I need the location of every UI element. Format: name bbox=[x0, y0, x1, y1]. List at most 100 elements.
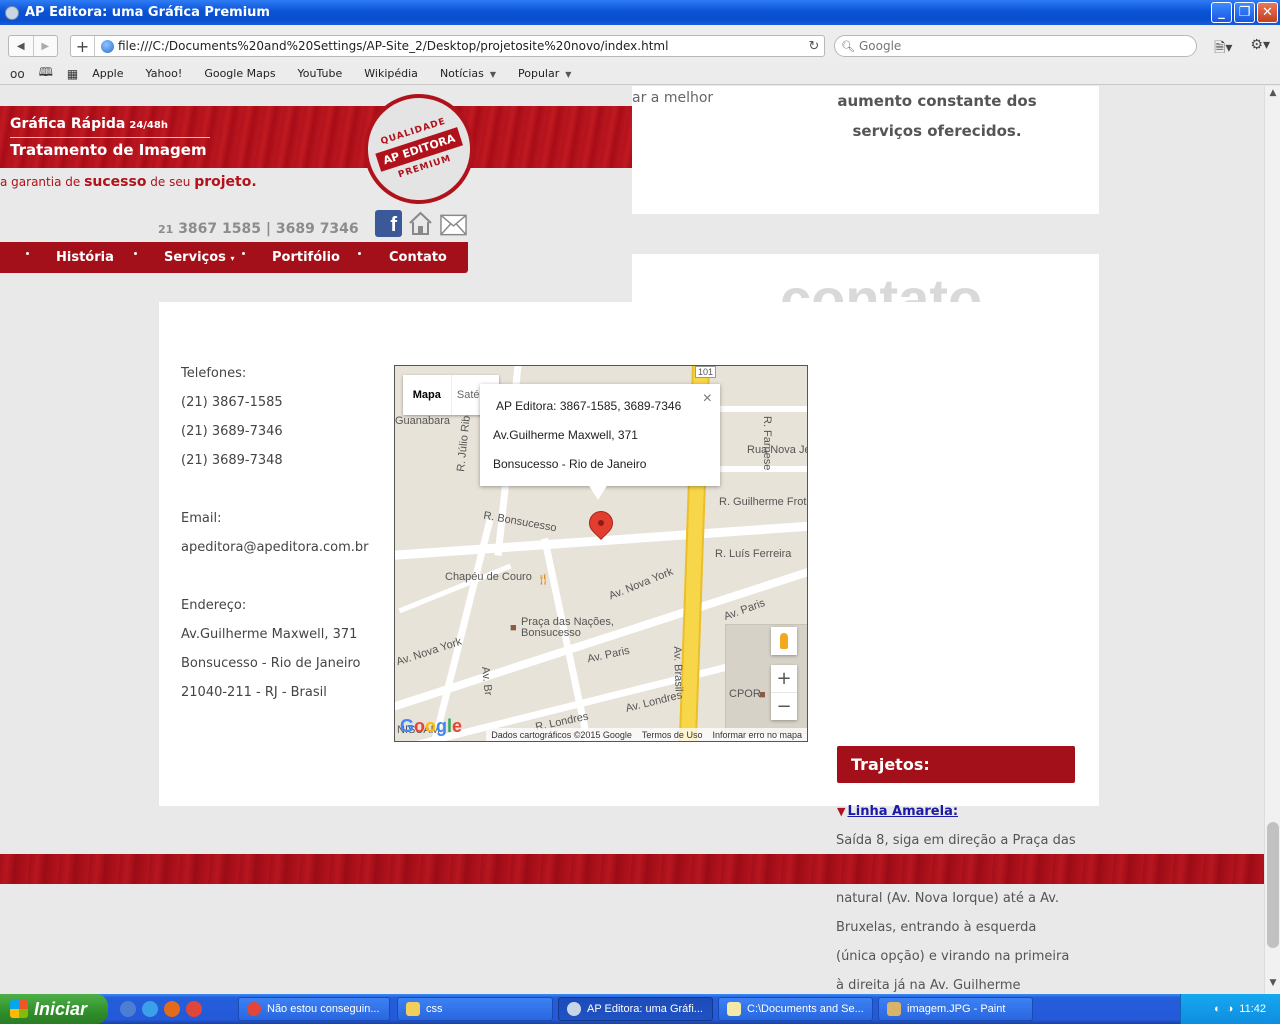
header-phones: 21 3867 1585 | 3689 7346 bbox=[158, 221, 359, 237]
nav-historia[interactable]: História bbox=[56, 250, 114, 265]
start-button[interactable]: Iniciar bbox=[0, 994, 108, 1024]
new-tab-button[interactable]: + bbox=[71, 36, 95, 56]
map-report-link[interactable]: Informar erro no mapa bbox=[712, 730, 802, 740]
nav-separator-dot bbox=[26, 252, 29, 255]
bookmark-youtube[interactable]: YouTube bbox=[298, 67, 343, 80]
trajetos-header: Trajetos: bbox=[837, 746, 1075, 783]
bookmark-yahoo[interactable]: Yahoo! bbox=[146, 67, 183, 80]
map-label: Av. Nova York bbox=[607, 565, 675, 603]
tray-network-icon[interactable]: ◐ bbox=[1214, 1003, 1221, 1015]
bookmark-noticias-label: Notícias bbox=[439, 67, 484, 80]
zoom-out-button[interactable]: − bbox=[771, 692, 797, 719]
map-label: CPOR bbox=[729, 688, 761, 700]
task-paint[interactable]: imagem.JPG - Paint bbox=[878, 997, 1033, 1021]
bookmarks-book-icon[interactable]: 🕮︎ bbox=[39, 63, 53, 84]
task-label: C:\Documents and Se... bbox=[747, 1003, 864, 1015]
search-input[interactable] bbox=[858, 39, 1159, 53]
page-viewport[interactable]: ar a melhor aumento constante dos serviç… bbox=[0, 86, 1264, 994]
footer-band bbox=[0, 854, 1264, 884]
scroll-up-arrow-icon[interactable]: ▲ bbox=[1267, 88, 1279, 102]
google-map[interactable]: Guanabara R. Júlio Ribeiro R. Bonsucesso… bbox=[394, 365, 808, 742]
map-terms-link[interactable]: Termos de Uso bbox=[642, 730, 703, 740]
address-line-2: Bonsucesso - Rio de Janeiro bbox=[181, 656, 361, 671]
bookmark-popular[interactable]: Popular ▼ bbox=[518, 67, 571, 80]
address-bar[interactable]: + file:///C:/Documents%20and%20Settings/… bbox=[70, 35, 825, 57]
info-window-tail bbox=[588, 484, 608, 500]
map-zoom-control: + − bbox=[771, 665, 797, 720]
route-line-1: Saída 8, siga em direção a Praça das bbox=[836, 833, 1076, 848]
address-line-1: Av.Guilherme Maxwell, 371 bbox=[181, 627, 358, 642]
top-sites-grid-icon[interactable]: ▦ bbox=[67, 67, 78, 81]
zoom-in-button[interactable]: + bbox=[771, 665, 797, 692]
maximize-button[interactable]: ❐ bbox=[1234, 2, 1255, 23]
bookmark-wikipedia[interactable]: Wikipédia bbox=[364, 67, 418, 80]
info-line-1: AP Editora: 3867-1585, 3689-7346 bbox=[496, 399, 682, 413]
window-titlebar[interactable]: AP Editora: uma Gráfica Premium _ ❐ ✕ bbox=[0, 0, 1280, 25]
forward-button[interactable]: ▶ bbox=[32, 36, 58, 56]
tab-mapa[interactable]: Mapa bbox=[403, 375, 451, 415]
close-icon[interactable]: × bbox=[703, 390, 712, 408]
endereco-label: Endereço: bbox=[181, 598, 247, 613]
header-line2: Tratamento de Imagem bbox=[10, 141, 207, 159]
bookmark-google-maps[interactable]: Google Maps bbox=[204, 67, 275, 80]
url-text[interactable]: file:///C:/Documents%20and%20Settings/AP… bbox=[118, 39, 804, 53]
tray-volume-icon[interactable]: ◑ bbox=[1227, 1003, 1234, 1015]
reload-button[interactable]: ↻ bbox=[804, 39, 824, 54]
chrome-icon[interactable] bbox=[186, 1001, 202, 1017]
scroll-down-arrow-icon[interactable]: ▼ bbox=[1267, 978, 1279, 992]
linha-amarela-label: Linha Amarela: bbox=[847, 804, 959, 819]
task-label: AP Editora: uma Gráfi... bbox=[587, 1003, 703, 1015]
paint-icon bbox=[887, 1002, 901, 1016]
gear-icon[interactable]: ⚙▾ bbox=[1250, 37, 1270, 61]
task-label: css bbox=[426, 1003, 443, 1015]
map-label: Av. Paris bbox=[586, 644, 631, 666]
reading-list-icon[interactable]: oo bbox=[10, 67, 25, 81]
nav-buttons: ◀ ▶ bbox=[8, 35, 58, 57]
back-button[interactable]: ◀ bbox=[9, 36, 33, 56]
search-box[interactable]: 🔍︎ bbox=[834, 35, 1197, 57]
header-line1: Gráfica Rápida 24/48h bbox=[10, 116, 168, 132]
window-title: AP Editora: uma Gráfica Premium bbox=[25, 5, 270, 20]
minimize-button[interactable]: _ bbox=[1211, 2, 1232, 23]
bookmark-apple[interactable]: Apple bbox=[92, 67, 123, 80]
route-line-4: (única opção) e virando na primeira bbox=[836, 949, 1070, 964]
phone-3: (21) 3689-7348 bbox=[181, 453, 283, 468]
top-text-right: aumento constante dos serviços oferecido… bbox=[827, 86, 1047, 146]
mail-icon[interactable] bbox=[440, 214, 467, 236]
map-label: Guanabara bbox=[395, 415, 451, 427]
task-chrome[interactable]: Não estou conseguin... bbox=[238, 997, 390, 1021]
map-label: Rua Nova Jerusa bbox=[747, 444, 807, 456]
ie-icon[interactable] bbox=[142, 1001, 158, 1017]
triangle-down-icon: ▼ bbox=[837, 805, 846, 818]
route-shield-101: 101 bbox=[695, 366, 717, 378]
facebook-icon[interactable]: f bbox=[375, 210, 402, 237]
nav-contato[interactable]: Contato bbox=[389, 250, 447, 265]
quicklaunch-icon[interactable] bbox=[120, 1001, 136, 1017]
close-button[interactable]: ✕ bbox=[1257, 2, 1278, 23]
map-info-window: AP Editora: 3867-1585, 3689-7346 Av.Guil… bbox=[480, 384, 720, 500]
map-data-credit: Dados cartográficos ©2015 Google bbox=[491, 729, 632, 740]
notepad-icon bbox=[727, 1002, 741, 1016]
task-ap-editora[interactable]: AP Editora: uma Gráfi... bbox=[558, 997, 713, 1021]
page-icon[interactable]: 🗎︎▾ bbox=[1214, 37, 1232, 61]
route-line-2: natural (Av. Nova Iorque) até a Av. bbox=[836, 891, 1060, 906]
google-logo: Google bbox=[400, 716, 463, 736]
header-band: Gráfica Rápida 24/48h Tratamento de Image… bbox=[0, 106, 632, 168]
route-line-5: à direita já na Av. Guilherme bbox=[836, 978, 1021, 993]
vertical-scrollbar[interactable]: ▲ ▼ bbox=[1264, 86, 1280, 994]
task-documents[interactable]: C:\Documents and Se... bbox=[718, 997, 873, 1021]
phone-numbers: 3867 1585 | 3689 7346 bbox=[178, 221, 359, 237]
nav-portifolio[interactable]: Portifólio bbox=[272, 250, 340, 265]
nav-servicos[interactable]: Serviços ▾ bbox=[164, 250, 234, 265]
linha-amarela-link[interactable]: ▼ Linha Amarela: bbox=[837, 804, 958, 819]
home-icon[interactable] bbox=[407, 210, 434, 237]
street-view-pegman-icon[interactable] bbox=[771, 627, 797, 655]
task-css-folder[interactable]: css bbox=[397, 997, 553, 1021]
bookmark-noticias[interactable]: Notícias ▼ bbox=[440, 67, 496, 80]
top-text-right-line2: serviços oferecidos. bbox=[852, 122, 1022, 140]
header-line1-small: 24/48h bbox=[129, 120, 168, 131]
firefox-icon[interactable] bbox=[164, 1001, 180, 1017]
email-value[interactable]: apeditora@apeditora.com.br bbox=[181, 540, 369, 555]
place-icon: ■ bbox=[759, 689, 766, 701]
scrollbar-thumb[interactable] bbox=[1267, 822, 1279, 948]
